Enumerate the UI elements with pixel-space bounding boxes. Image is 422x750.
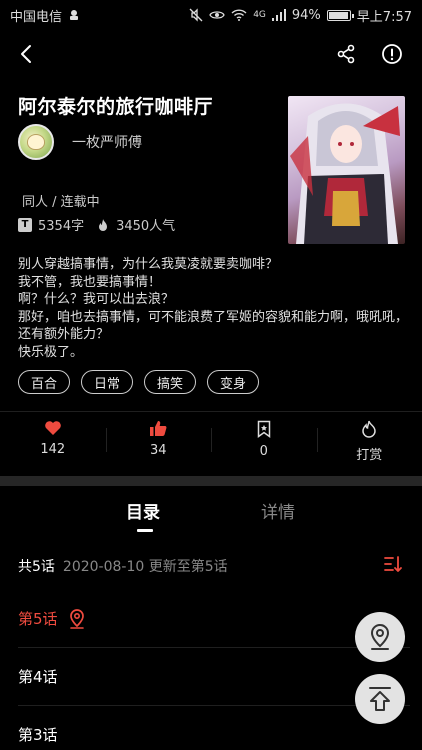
tab-catalog[interactable]: 目录 [126, 498, 160, 523]
heart-icon [44, 421, 61, 435]
author-name[interactable]: 一枚严师傅 [72, 132, 142, 152]
genre-tags: 百合 日常 搞笑 变身 [18, 370, 260, 394]
description-line: 那好，咱也去搞事情，可不能浪费了军姬的容貌和能力啊，哦吼吼，还有额外能力？ [18, 309, 409, 343]
chapter-title: 第4话 [18, 668, 58, 686]
bookmark-count: 0 [259, 444, 268, 459]
genre-tag[interactable]: 搞笑 [144, 370, 197, 394]
scroll-to-top-button[interactable] [355, 674, 405, 724]
reward-button[interactable]: 打赏 [316, 420, 422, 472]
signal-icon [271, 9, 286, 21]
chapter-item[interactable]: 第3话 [18, 706, 410, 750]
genre-tag[interactable]: 日常 [81, 370, 134, 394]
text-icon: T [18, 217, 32, 232]
action-bar: 142 34 0 打赏 [0, 420, 422, 472]
like-button[interactable]: 142 [0, 420, 106, 472]
flame-icon [362, 420, 377, 438]
back-button[interactable] [8, 34, 44, 74]
notification-icon [70, 10, 79, 20]
tab-indicator [137, 529, 153, 532]
word-count: 5354字 [38, 219, 85, 234]
report-button[interactable] [374, 34, 410, 74]
author-row[interactable]: 一枚严师傅 [18, 124, 142, 160]
tab-bar: 目录 详情 [0, 498, 422, 538]
popularity: 3450人气 [116, 219, 176, 234]
section-divider [0, 476, 422, 486]
book-cover[interactable] [288, 96, 405, 244]
author-avatar[interactable] [18, 124, 54, 160]
chapter-summary: 共5话 2020-08-10 更新至第5话 [18, 556, 228, 576]
upvote-count: 34 [149, 443, 167, 458]
battery-icon [326, 9, 354, 21]
location-pin-icon [69, 608, 84, 629]
status-time: 早上7:57 [356, 9, 412, 25]
description-line: 我不管，我也要搞事情！ [18, 274, 162, 290]
network-type-label: 4G [253, 10, 266, 20]
reward-label: 打赏 [356, 448, 383, 463]
genre-tag[interactable]: 百合 [18, 370, 71, 394]
divider [0, 411, 422, 412]
description-line: 啊？什么？我可以出去浪？ [18, 292, 175, 308]
top-nav [0, 34, 422, 74]
popularity-flame-icon [99, 218, 108, 231]
chapter-count: 共5话 [18, 559, 55, 575]
eye-icon [209, 11, 225, 19]
upvote-button[interactable]: 34 [105, 420, 212, 472]
chapter-item[interactable]: 第4话 [18, 648, 410, 706]
chapter-title: 第5话 [18, 610, 58, 628]
popularity-stat: 3450人气 [96, 215, 175, 234]
book-description: 别人穿越搞事情，为什么我莫凌就要卖咖啡？ 我不管，我也要搞事情！ 啊？什么？我可… [18, 256, 410, 362]
sort-button[interactable] [384, 555, 404, 577]
word-count-stat: T 5354字 [18, 215, 84, 234]
arrow-up-icon [369, 687, 391, 711]
share-button[interactable] [328, 34, 364, 74]
bookmark-icon [257, 420, 270, 438]
thumbs-up-icon [150, 421, 167, 436]
stats-row: T 5354字 3450人气 [18, 215, 175, 234]
description-line: 别人穿越搞事情，为什么我莫凌就要卖咖啡？ [18, 257, 279, 272]
carrier-label: 中国电信 [10, 9, 63, 25]
book-meta: 同人 / 连载中 [22, 195, 100, 210]
status-bar: 中国电信 4G 94% 早上7:57 [0, 0, 422, 30]
locate-current-chapter-button[interactable] [355, 612, 405, 662]
genre-tag[interactable]: 变身 [207, 370, 260, 394]
tab-detail[interactable]: 详情 [261, 498, 295, 523]
book-title: 阿尔泰尔的旅行咖啡厅 [18, 96, 214, 118]
status-right: 4G 94% 早上7:57 [189, 6, 412, 25]
status-left: 中国电信 [10, 6, 80, 25]
share-icon [337, 44, 355, 64]
chapter-title: 第3话 [18, 726, 58, 744]
wifi-icon [231, 9, 247, 21]
battery-fill [328, 11, 348, 19]
back-arrow-icon [21, 45, 31, 63]
location-pin-icon [370, 623, 390, 650]
description-line: 快乐极了。 [18, 344, 84, 360]
chapter-item[interactable]: 第5话 [18, 590, 410, 648]
battery-percent: 94% [291, 7, 321, 23]
cover-illustration [290, 103, 400, 244]
mute-icon [189, 8, 203, 22]
like-count: 142 [40, 442, 66, 457]
update-info: 2020-08-10 更新至第5话 [62, 559, 228, 575]
bookmark-button[interactable]: 0 [211, 420, 317, 472]
exclamation-icon [382, 44, 402, 64]
sort-icon [384, 556, 402, 572]
